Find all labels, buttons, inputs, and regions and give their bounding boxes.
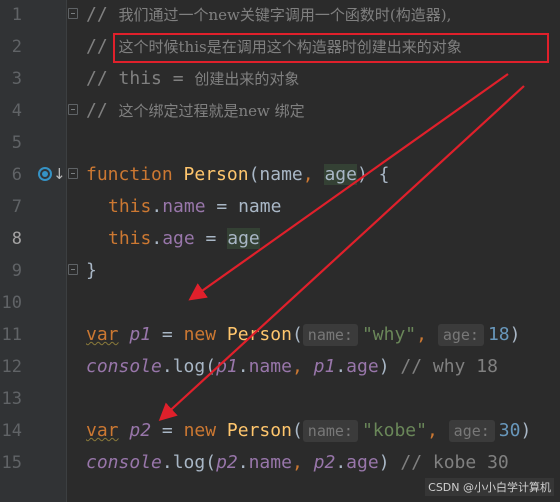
annotation-arrow-to-p1 [188, 73, 509, 301]
watermark: CSDN @小小白学计算机 [425, 478, 554, 496]
annotation-arrows [158, 73, 525, 421]
annotation-arrow-to-p2 [158, 85, 525, 421]
